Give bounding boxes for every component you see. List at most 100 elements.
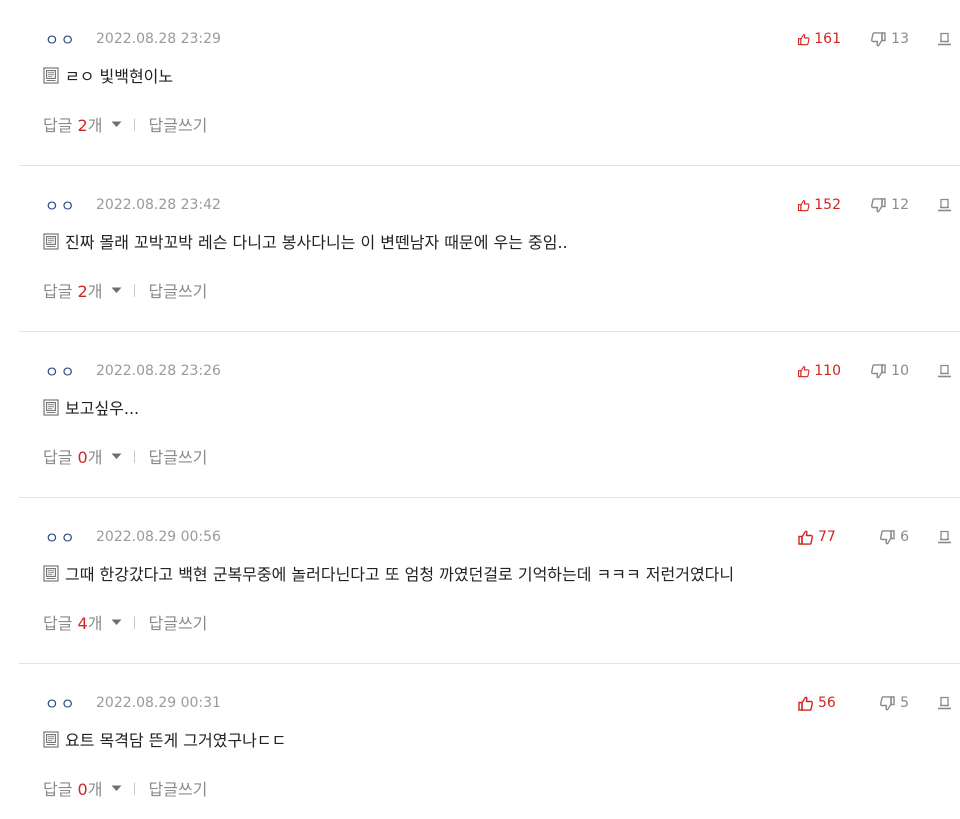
caret-down-icon[interactable] xyxy=(111,618,122,626)
thumbs-down-icon xyxy=(880,695,895,710)
comment-item: ㅇㅇ 2022.08.28 23:42 152 12 진짜 몰래 꼬박꼬박 레슨… xyxy=(19,166,960,332)
reply-row: 답글 2개 | 답글쓰기 xyxy=(43,278,207,302)
thumbs-up-icon xyxy=(798,696,814,711)
comment-nickname[interactable]: ㅇㅇ xyxy=(45,693,96,714)
like-count: 77 xyxy=(818,529,836,545)
comment-item: ㅇㅇ 2022.08.29 00:31 56 5 요트 목격담 뜬게 그거였구나… xyxy=(19,664,960,819)
dislike-count: 10 xyxy=(891,363,909,379)
report-icon[interactable] xyxy=(937,32,952,46)
comment-body: 그때 한강갔다고 백현 군복무중에 놀러다닌다고 또 엄청 까였던걸로 기억하는… xyxy=(43,561,734,585)
like-button[interactable]: 77 xyxy=(797,529,841,546)
comment-item: ㅇㅇ 2022.08.29 00:56 77 6 그때 한강갔다고 백현 군복무… xyxy=(19,498,960,664)
caret-down-icon[interactable] xyxy=(111,784,122,792)
comment-nickname[interactable]: ㅇㅇ xyxy=(45,361,96,382)
reply-count: 0 xyxy=(77,780,88,799)
comment-nickname[interactable]: ㅇㅇ xyxy=(45,29,96,50)
reply-unit: 개 xyxy=(87,614,103,633)
comment-item: ㅇㅇ 2022.08.28 23:26 110 10 보고싶우... 답글 0개… xyxy=(19,332,960,498)
dislike-button[interactable]: 13 xyxy=(870,31,909,48)
dislike-count: 13 xyxy=(891,31,909,47)
comment-meta: ㅇㅇ 2022.08.28 23:42 xyxy=(45,194,221,216)
write-reply-button[interactable]: 답글쓰기 xyxy=(149,776,208,800)
memo-icon xyxy=(43,66,59,84)
reply-separator: | xyxy=(132,615,137,629)
reply-row: 답글 0개 | 답글쓰기 xyxy=(43,776,207,800)
reply-separator: | xyxy=(132,117,137,131)
comment-actions: 152 12 xyxy=(767,194,960,216)
reply-separator: | xyxy=(132,781,137,795)
dislike-count: 12 xyxy=(891,197,909,213)
reply-toggle[interactable]: 답글 0개 xyxy=(43,776,102,800)
reply-separator: | xyxy=(132,449,137,463)
memo-icon xyxy=(43,564,59,582)
like-button[interactable]: 152 xyxy=(797,197,841,214)
reply-label: 답글 xyxy=(43,116,73,135)
reply-row: 답글 4개 | 답글쓰기 xyxy=(43,610,207,634)
comment-text: 그때 한강갔다고 백현 군복무중에 놀러다닌다고 또 엄청 까였던걸로 기억하는… xyxy=(65,565,735,584)
reply-unit: 개 xyxy=(87,448,103,467)
reply-toggle[interactable]: 답글 2개 xyxy=(43,112,102,136)
dislike-button[interactable]: 10 xyxy=(870,363,909,380)
caret-down-icon[interactable] xyxy=(111,120,122,128)
comment-meta: ㅇㅇ 2022.08.28 23:26 xyxy=(45,360,221,382)
report-icon[interactable] xyxy=(937,530,952,544)
comment-date: 2022.08.28 23:42 xyxy=(96,197,221,213)
reply-toggle[interactable]: 답글 4개 xyxy=(43,610,102,634)
reply-count: 0 xyxy=(77,448,88,467)
comment-date: 2022.08.29 00:56 xyxy=(96,529,221,545)
like-count: 152 xyxy=(814,197,841,213)
reply-separator: | xyxy=(132,283,137,297)
reply-unit: 개 xyxy=(87,282,103,301)
dislike-count: 6 xyxy=(900,529,909,545)
like-count: 110 xyxy=(814,363,841,379)
reply-toggle[interactable]: 답글 0개 xyxy=(43,444,102,468)
thumbs-up-icon xyxy=(798,365,810,377)
report-icon[interactable] xyxy=(937,198,952,212)
write-reply-button[interactable]: 답글쓰기 xyxy=(149,610,208,634)
reply-toggle[interactable]: 답글 2개 xyxy=(43,278,102,302)
report-icon[interactable] xyxy=(937,364,952,378)
memo-icon xyxy=(43,398,59,416)
reply-unit: 개 xyxy=(87,116,103,135)
caret-down-icon[interactable] xyxy=(111,452,122,460)
report-icon[interactable] xyxy=(937,696,952,710)
dislike-button[interactable]: 6 xyxy=(879,529,909,546)
comment-nickname[interactable]: ㅇㅇ xyxy=(45,527,96,548)
thumbs-down-icon xyxy=(871,197,886,212)
comment-date: 2022.08.28 23:26 xyxy=(96,363,221,379)
like-button[interactable]: 161 xyxy=(797,31,841,48)
write-reply-button[interactable]: 답글쓰기 xyxy=(149,278,208,302)
write-reply-button[interactable]: 답글쓰기 xyxy=(149,444,208,468)
comment-body: 요트 목격담 뜬게 그거였구나ㄷㄷ xyxy=(43,727,286,751)
thumbs-down-icon xyxy=(871,31,886,46)
like-count: 161 xyxy=(814,31,841,47)
caret-down-icon[interactable] xyxy=(111,286,122,294)
like-button[interactable]: 110 xyxy=(797,363,841,380)
write-reply-button[interactable]: 답글쓰기 xyxy=(149,112,208,136)
comment-nickname[interactable]: ㅇㅇ xyxy=(45,195,96,216)
reply-label: 답글 xyxy=(43,448,73,467)
thumbs-down-icon xyxy=(880,529,895,544)
reply-unit: 개 xyxy=(87,780,103,799)
dislike-button[interactable]: 12 xyxy=(870,197,909,214)
reply-count: 2 xyxy=(77,116,88,135)
like-button[interactable]: 56 xyxy=(797,695,841,712)
comment-actions: 77 6 xyxy=(767,526,960,548)
comment-item: ㅇㅇ 2022.08.28 23:29 161 13 ㄹㅇ 빛백현이노 답글 2… xyxy=(19,0,960,166)
reply-label: 답글 xyxy=(43,614,73,633)
dislike-button[interactable]: 5 xyxy=(879,695,909,712)
comment-text: 진짜 몰래 꼬박꼬박 레슨 다니고 봉사다니는 이 변뗀남자 때문에 우는 중임… xyxy=(65,233,568,252)
thumbs-down-icon xyxy=(871,363,886,378)
comment-meta: ㅇㅇ 2022.08.29 00:31 xyxy=(45,692,221,714)
dislike-count: 5 xyxy=(900,695,909,711)
thumbs-up-icon xyxy=(798,33,810,45)
comment-actions: 161 13 xyxy=(767,28,960,50)
comment-list: ㅇㅇ 2022.08.28 23:29 161 13 ㄹㅇ 빛백현이노 답글 2… xyxy=(0,0,960,819)
comment-body: ㄹㅇ 빛백현이노 xyxy=(43,63,173,87)
comment-text: 보고싶우... xyxy=(65,399,140,418)
comment-meta: ㅇㅇ 2022.08.29 00:56 xyxy=(45,526,221,548)
comment-date: 2022.08.28 23:29 xyxy=(96,31,221,47)
memo-icon xyxy=(43,730,59,748)
reply-label: 답글 xyxy=(43,780,73,799)
thumbs-up-icon xyxy=(798,530,814,545)
